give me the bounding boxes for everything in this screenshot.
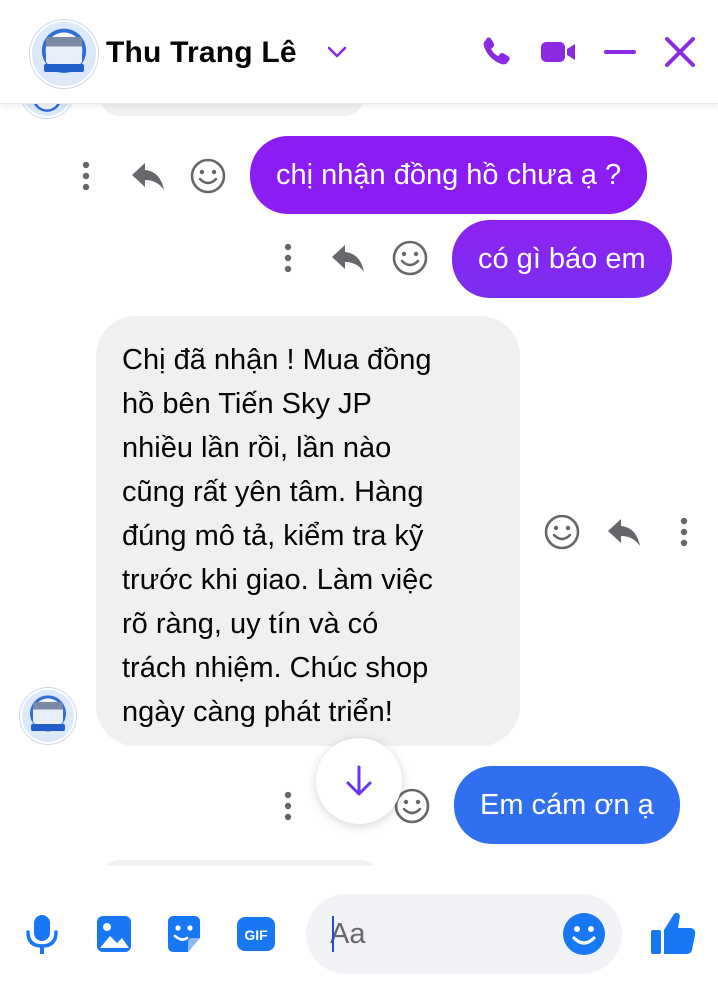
more-options-icon[interactable] [66,156,106,196]
arrow-down-icon [346,765,372,796]
message-line: trách nhiệm. Chúc shop [122,652,429,684]
gif-icon[interactable]: GIF [234,912,278,956]
outgoing-message[interactable]: Em cám ơn ạ [454,766,680,844]
svg-text:GIF: GIF [244,927,268,943]
text-caret [332,916,334,952]
sender-avatar [20,104,74,118]
incoming-message[interactable]: Chị đã nhận ! Mua đồng hồ bên Tiến Sky J… [96,316,520,746]
sender-avatar [20,688,76,744]
minimize-icon[interactable] [600,32,640,72]
chat-header: Thu Trang Lê [0,0,718,104]
scroll-to-bottom-button[interactable] [316,738,402,824]
microphone-icon[interactable] [20,912,64,956]
more-options-icon[interactable] [664,512,704,552]
message-composer: GIF [0,868,718,998]
message-line: rõ ràng, uy tín và có [122,608,379,640]
react-emoji-icon[interactable] [390,238,430,278]
more-options-icon[interactable] [268,238,308,278]
message-line: Chị đã nhận ! Mua đồng [122,344,432,376]
message-line: đúng mô tả, kiểm tra kỹ [122,520,424,552]
message-list[interactable]: chị nhận đồng hồ chưa ạ ? có gì báo em C… [0,104,718,866]
message-input[interactable] [330,912,550,956]
video-camera-icon[interactable] [538,32,578,72]
message-line: hồ bên Tiến Sky JP [122,388,372,420]
message-line: nhiều lần rồi, lần nào [122,432,392,464]
incoming-bubble-partial [100,860,380,866]
emoji-icon[interactable] [560,910,608,958]
reply-icon[interactable] [604,512,644,552]
message-line: cũng rất yên tâm. Hàng [122,476,424,508]
close-icon[interactable] [660,32,700,72]
more-options-icon[interactable] [268,786,308,826]
outgoing-message[interactable]: chị nhận đồng hồ chưa ạ ? [250,136,648,214]
react-emoji-icon[interactable] [188,156,228,196]
message-line: ngày càng phát triển! [122,696,393,728]
react-emoji-icon[interactable] [542,512,582,552]
sticker-icon[interactable] [162,912,206,956]
reply-icon[interactable] [328,238,368,278]
message-line: trước khi giao. Làm việc [122,564,433,596]
chevron-down-icon[interactable] [326,44,348,60]
message-input-container [306,894,622,974]
contact-avatar[interactable] [30,20,98,88]
incoming-bubble-partial [100,104,364,116]
image-icon[interactable] [92,912,136,956]
outgoing-message[interactable]: có gì báo em [452,220,672,298]
thumbs-up-icon[interactable] [648,908,698,958]
phone-icon[interactable] [476,32,516,72]
contact-name[interactable]: Thu Trang Lê [106,36,297,70]
reply-icon[interactable] [128,156,168,196]
